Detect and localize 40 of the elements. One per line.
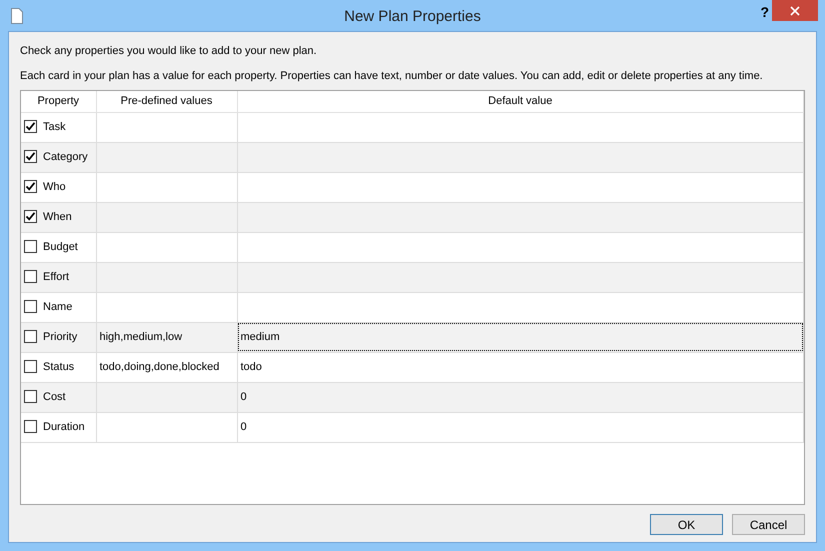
checkbox[interactable] xyxy=(24,330,37,344)
property-label: Budget xyxy=(43,240,78,253)
checkbox[interactable] xyxy=(24,150,37,164)
instruction-text: Each card in your plan has a value for each property. Properties can have text, number or date values. You can add, edit or delete properties at any time. xyxy=(20,69,764,84)
checkbox[interactable] xyxy=(24,270,37,284)
property-label: Category xyxy=(43,150,88,163)
predefined-values-text: high,medium,low xyxy=(100,330,182,343)
default-value-cell[interactable]: medium xyxy=(237,322,804,352)
checkbox[interactable] xyxy=(24,360,37,374)
property-label: Duration xyxy=(43,420,85,433)
column-header: Pre-defined values xyxy=(96,91,237,112)
predefined-values-text: todo,doing,done,blocked xyxy=(100,360,220,373)
checkbox[interactable] xyxy=(24,210,37,224)
close-icon xyxy=(790,6,800,16)
default-value-text: 0 xyxy=(240,420,247,433)
property-label: When xyxy=(43,210,72,223)
checkbox[interactable] xyxy=(24,180,37,194)
column-header: Property xyxy=(21,91,96,112)
document-icon xyxy=(11,8,23,24)
property-label: Effort xyxy=(43,270,70,283)
default-value-text: todo xyxy=(240,360,262,373)
checkbox[interactable] xyxy=(24,420,37,434)
property-label: Status xyxy=(43,360,74,373)
checkbox[interactable] xyxy=(24,120,37,134)
default-value-text: 0 xyxy=(240,390,247,403)
property-label: Priority xyxy=(43,330,78,343)
column-header: Default value xyxy=(237,91,804,112)
checkbox[interactable] xyxy=(24,390,37,404)
property-label: Who xyxy=(43,180,66,193)
checkbox[interactable] xyxy=(24,240,37,254)
property-label: Name xyxy=(43,300,72,313)
checkbox[interactable] xyxy=(24,300,37,314)
cancel-button[interactable]: Cancel xyxy=(732,514,805,535)
instruction-text: Check any properties you would like to add to your new plan. xyxy=(20,44,318,59)
property-label: Task xyxy=(43,120,66,133)
property-label: Cost xyxy=(43,390,66,403)
help-button[interactable]: ? xyxy=(760,2,769,23)
close-button[interactable] xyxy=(772,0,818,21)
ok-button[interactable]: OK xyxy=(650,514,723,535)
window-title: New Plan Properties xyxy=(344,7,481,27)
